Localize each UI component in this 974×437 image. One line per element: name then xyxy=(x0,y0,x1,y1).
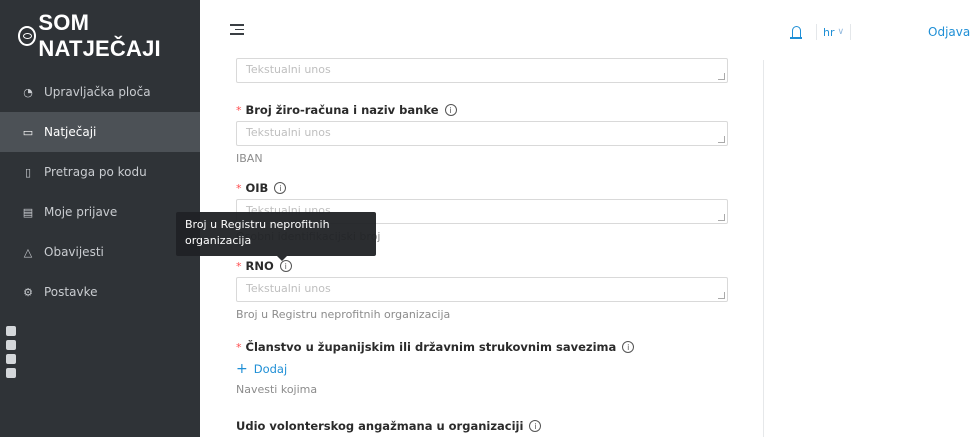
form-field-bank-account: * Broj žiro-računa i naziv banke i Tekst… xyxy=(236,102,728,165)
info-icon[interactable]: i xyxy=(274,182,287,194)
language-value: hr xyxy=(823,25,835,39)
sidebar-item-obavijesti[interactable]: △ Obavijesti xyxy=(0,232,200,272)
sidebar: SOM NATJEČAJI ◔ Upravljačka ploča ▭ Natj… xyxy=(0,0,200,437)
info-icon[interactable]: i xyxy=(622,341,635,353)
column-divider xyxy=(763,60,764,437)
language-select[interactable]: hr ∨ xyxy=(816,24,852,40)
info-icon[interactable]: i xyxy=(279,260,292,272)
chevron-down-icon: ∨ xyxy=(837,27,845,37)
sidebar-item-label: Obavijesti xyxy=(44,245,104,259)
gear-icon: ⚙ xyxy=(23,285,33,299)
tooltip-arrow xyxy=(277,256,287,261)
field-label-text: Broj žiro-računa i naziv banke xyxy=(245,103,439,117)
field-label-text: Udio volonterskog angažmana u organizaci… xyxy=(236,419,524,433)
sidebar-item-pretraga-po-kodu[interactable]: ▯ Pretraga po kodu xyxy=(0,152,200,192)
field-label: * Broj žiro-računa i naziv banke i xyxy=(236,102,728,118)
bank-account-input[interactable]: Tekstualni unos xyxy=(236,121,728,146)
notification-bell-icon[interactable] xyxy=(790,26,802,39)
sidebar-item-postavke[interactable]: ⚙ Postavke xyxy=(0,272,200,312)
field-label-text: OIB xyxy=(245,181,269,195)
form-field-previous: Tekstualni unos xyxy=(236,58,728,83)
form-field-rno: * RNO i Tekstualni unos Broj u Registru … xyxy=(236,258,728,321)
sidebar-item-upravljacka-ploca[interactable]: ◔ Upravljačka ploča xyxy=(0,72,200,112)
sidebar-item-label: Upravljačka ploča xyxy=(44,85,151,99)
plus-icon: + xyxy=(236,361,248,377)
field-label: Udio volonterskog angažmana u organizaci… xyxy=(236,418,728,434)
menu-toggle-icon[interactable] xyxy=(230,24,244,36)
image-icon[interactable] xyxy=(6,354,16,364)
field-help: Broj u Registru neprofitnih organizacija xyxy=(236,308,451,321)
sidebar-item-natjecaji[interactable]: ▭ Natječaji xyxy=(0,112,200,152)
sidebar-item-label: Natječaji xyxy=(44,125,97,139)
text-input[interactable]: Tekstualni unos xyxy=(236,58,728,83)
dashboard-icon: ◔ xyxy=(23,85,33,99)
info-icon[interactable]: i xyxy=(529,420,542,432)
rno-tooltip: Broj u Registru neprofitnih organizacija xyxy=(176,212,376,256)
logout-link[interactable]: Odjava xyxy=(928,25,970,39)
video-icon[interactable] xyxy=(6,340,16,350)
field-label-text: Članstvo u županijskim ili državnim stru… xyxy=(245,340,617,354)
add-button-label: Dodaj xyxy=(253,362,288,376)
folder-icon: ▭ xyxy=(22,125,34,139)
sidebar-item-moje-prijave[interactable]: ▤ Moje prijave xyxy=(0,192,200,232)
brand-name: SOM NATJEČAJI xyxy=(38,10,161,61)
field-help: IBAN xyxy=(236,152,263,165)
top-header: hr ∨ Odjava xyxy=(200,0,974,60)
brand-logo[interactable]: SOM NATJEČAJI xyxy=(0,0,200,72)
side-toolbar xyxy=(6,326,16,378)
settings-icon[interactable] xyxy=(6,368,16,378)
field-help: Navesti kojima xyxy=(236,383,318,396)
sidebar-nav: ◔ Upravljačka ploča ▭ Natječaji ▯ Pretra… xyxy=(0,72,200,312)
add-button[interactable]: + Dodaj xyxy=(236,361,728,377)
required-asterisk: * xyxy=(236,181,242,195)
field-label: * RNO i xyxy=(236,258,728,274)
rno-input[interactable]: Tekstualni unos xyxy=(236,277,728,302)
file-icon: ▯ xyxy=(24,165,32,179)
logo-icon xyxy=(18,26,37,46)
sidebar-item-label: Moje prijave xyxy=(44,205,118,219)
form-field-volunteer-share: Udio volonterskog angažmana u organizaci… xyxy=(236,418,728,434)
info-icon[interactable]: i xyxy=(444,104,457,116)
sidebar-item-label: Postavke xyxy=(44,285,98,299)
sidebar-item-label: Pretraga po kodu xyxy=(44,165,147,179)
form-field-membership: * Članstvo u županijskim ili državnim st… xyxy=(236,339,728,396)
required-asterisk: * xyxy=(236,340,242,354)
required-asterisk: * xyxy=(236,259,242,273)
required-asterisk: * xyxy=(236,103,242,117)
field-label: * Članstvo u županijskim ili državnim st… xyxy=(236,339,728,355)
field-label: * OIB i xyxy=(236,180,728,196)
file-text-icon: ▤ xyxy=(22,205,34,219)
camera-icon[interactable] xyxy=(6,326,16,336)
field-label-text: RNO xyxy=(245,259,274,273)
bell-icon: △ xyxy=(23,245,33,259)
